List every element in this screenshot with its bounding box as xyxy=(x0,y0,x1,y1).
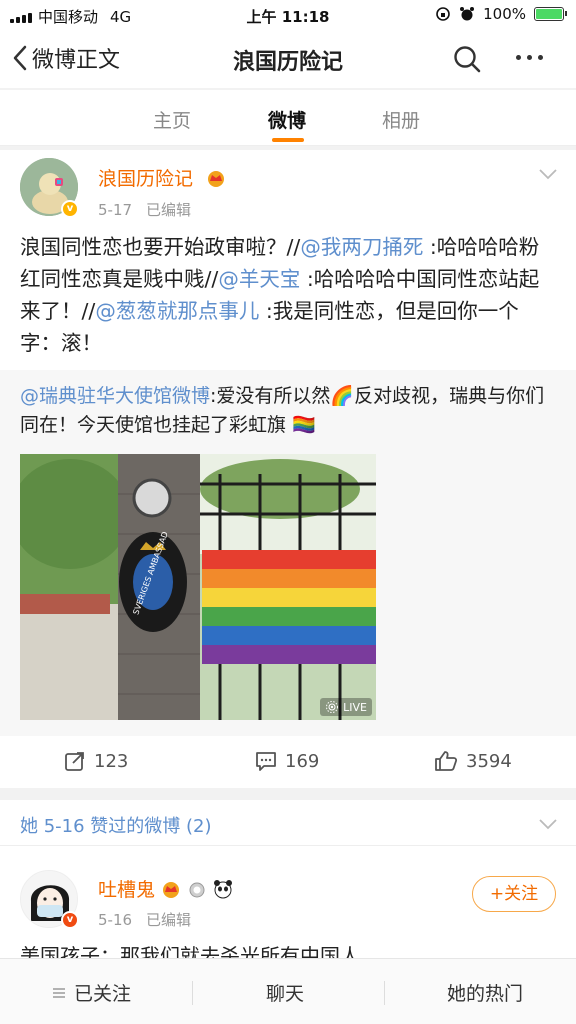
her-hot-button[interactable]: 她的热门 xyxy=(447,979,523,1006)
post-text: 浪国同性恋也要开始政审啦？//@我两刀捅死 :哈哈哈哈粉红同性恋真是贱中贱//@… xyxy=(20,231,556,359)
more-button[interactable] xyxy=(516,55,543,60)
menu-icon xyxy=(53,987,65,998)
battery-percent: 100% xyxy=(483,5,526,23)
search-button[interactable] xyxy=(452,44,482,74)
like-button[interactable]: 3594 xyxy=(434,750,512,772)
more-icon-dot xyxy=(516,55,521,60)
repost-count: 123 xyxy=(94,750,129,772)
bottom-bar: 已关注 聊天 她的热门 xyxy=(0,958,576,1024)
live-photo-badge: LIVE xyxy=(320,698,372,716)
comment-button[interactable]: 169 xyxy=(255,750,319,772)
status-bar: 中国移动 4G 上午 11:18 100% xyxy=(0,0,576,30)
post-text-segment: 浪国同性恋也要开始政审啦？// xyxy=(20,235,301,259)
follow-button[interactable]: +关注 xyxy=(472,876,556,912)
tab-weibo[interactable]: 微博 xyxy=(268,106,306,133)
verified-badge-icon: v xyxy=(61,200,79,218)
nav-bar: 微博正文 浪国历险记 xyxy=(0,30,576,88)
retweet-card[interactable]: @瑞典驻华大使馆微博:爱没有所以然🌈反对歧视，瑞典与你们同在！今天使馆也挂起了彩… xyxy=(0,370,576,736)
mention-link[interactable]: @葱葱就那点事儿 xyxy=(95,299,259,323)
post-text: 美国孩子：那我们就去杀光所有中国人 xyxy=(20,944,360,958)
repost-icon xyxy=(65,752,84,771)
medal-icon xyxy=(189,882,205,897)
live-label: LIVE xyxy=(343,700,367,714)
verified-badge-icon: v xyxy=(61,911,79,929)
separator xyxy=(192,981,193,1005)
liked-section-title: 她 5-16 赞过的微博 (2) xyxy=(20,816,212,837)
edited-label: 已编辑 xyxy=(146,911,192,929)
thumbs-up-icon xyxy=(435,751,458,771)
followed-button[interactable]: 已关注 xyxy=(52,979,131,1006)
mention-link[interactable]: @羊天宝 xyxy=(218,267,300,291)
rotation-lock-icon xyxy=(436,7,450,21)
crown-icon xyxy=(163,881,180,898)
section-divider xyxy=(0,788,576,800)
author-name: 吐槽鬼 xyxy=(98,879,156,901)
author-name: 浪国历险记 xyxy=(98,168,194,190)
alarm-icon xyxy=(460,7,475,21)
her-hot-label: 她的热门 xyxy=(447,983,524,1005)
more-icon-dot xyxy=(538,55,543,60)
chevron-down-icon[interactable] xyxy=(538,818,558,830)
retweet-author-link[interactable]: @瑞典驻华大使馆微博 xyxy=(20,385,210,407)
retweet-image[interactable]: SVERIGES AMBASSAD LIVE xyxy=(20,454,376,720)
live-photo-icon xyxy=(326,701,339,713)
chevron-down-icon[interactable] xyxy=(538,168,558,180)
crown-icon xyxy=(208,171,225,187)
more-icon-dot xyxy=(527,55,532,60)
post-date: 5-16 xyxy=(98,911,133,929)
mention-link[interactable]: @我两刀捅死 xyxy=(300,235,423,259)
battery-icon xyxy=(534,7,567,21)
active-tab-indicator xyxy=(272,138,304,142)
followed-label: 已关注 xyxy=(74,983,132,1005)
liked-section-header[interactable]: 她 5-16 赞过的微博 (2) xyxy=(0,800,576,846)
post-author[interactable]: 浪国历险记 xyxy=(98,164,227,191)
post-meta: 5-16 已编辑 xyxy=(98,909,191,930)
page-title: 浪国历险记 xyxy=(232,50,343,75)
like-count: 3594 xyxy=(466,750,512,772)
comment-count: 169 xyxy=(285,750,320,772)
edited-label: 已编辑 xyxy=(146,201,192,219)
profile-tabs: 主页 微博 相册 xyxy=(0,90,576,146)
retweet-text: @瑞典驻华大使馆微博:爱没有所以然🌈反对歧视，瑞典与你们同在！今天使馆也挂起了彩… xyxy=(20,382,560,440)
post-meta: 5-17 已编辑 xyxy=(98,199,191,220)
divider xyxy=(0,146,576,150)
tab-home[interactable]: 主页 xyxy=(153,106,191,133)
comment-icon xyxy=(256,752,276,771)
repost-button[interactable]: 123 xyxy=(64,750,128,772)
chat-label: 聊天 xyxy=(266,983,305,1005)
panda-icon xyxy=(214,879,233,898)
post-author[interactable]: 吐槽鬼 xyxy=(98,875,234,902)
tab-album[interactable]: 相册 xyxy=(382,106,420,133)
chat-button[interactable]: 聊天 xyxy=(266,979,304,1006)
post-actions: 123 169 3594 xyxy=(0,736,576,788)
post-date: 5-17 xyxy=(98,201,133,219)
embassy-photo: SVERIGES AMBASSAD xyxy=(20,454,376,720)
status-right: 100% xyxy=(435,5,567,23)
separator xyxy=(384,981,385,1005)
search-icon xyxy=(454,46,481,73)
